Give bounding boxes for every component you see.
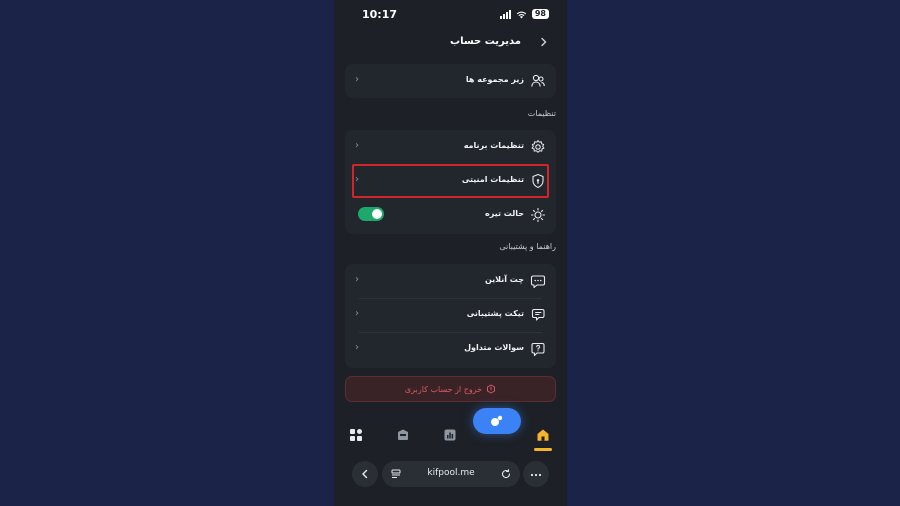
home-icon[interactable] (536, 428, 550, 442)
support-section-heading: راهنما و پشتیبانی (499, 242, 556, 251)
browser-back-button[interactable] (352, 461, 378, 487)
reload-icon[interactable] (501, 469, 511, 479)
chevron-left-icon: ‹ (355, 274, 359, 285)
settings-section-heading: تنظیمات (527, 109, 556, 118)
chevron-right-icon (541, 37, 547, 47)
chevron-left-icon: ‹ (355, 342, 359, 353)
page-title: مدیریت حساب (450, 36, 521, 47)
url-text: kifpool.me (427, 468, 475, 478)
chevron-left-icon (362, 469, 368, 479)
wifi-icon (516, 11, 527, 19)
users-icon (531, 74, 545, 87)
status-time: 10:17 (362, 8, 398, 21)
support-item-ticket[interactable]: تیکت پشتیبانی ‹ (345, 299, 556, 331)
grid-menu-icon[interactable] (349, 428, 363, 442)
phone-screen: 10:17 98 مدیریت حساب زیر مجموعه ها ‹ تنظ… (334, 0, 567, 506)
support-item-label: تیکت پشتیبانی (466, 309, 524, 318)
gear-icon (531, 140, 545, 153)
subsets-row[interactable]: زیر مجموعه ها ‹ (345, 65, 556, 97)
url-bar[interactable]: kifpool.me (382, 461, 520, 487)
chevron-left-icon: ‹ (355, 140, 359, 151)
exchange-icon (491, 415, 503, 426)
chevron-left-icon: ‹ (355, 74, 359, 85)
logout-label: خروج از حساب کاربری (404, 384, 483, 394)
status-bar: 10:17 98 (334, 0, 567, 28)
logout-icon (487, 384, 496, 394)
support-item-label: چت آنلاین (484, 275, 524, 284)
page-header: مدیریت حساب (334, 32, 567, 54)
more-icon (530, 473, 542, 477)
support-item-chat[interactable]: چت آنلاین ‹ (345, 265, 556, 297)
support-card: چت آنلاین ‹ تیکت پشتیبانی ‹ سوالات متداو… (345, 264, 556, 368)
subsets-label: زیر مجموعه ها (465, 75, 524, 84)
more-options-button[interactable] (523, 461, 549, 487)
support-item-label: سوالات متداول (464, 343, 524, 352)
back-button[interactable] (537, 36, 551, 50)
settings-item-app[interactable]: تنظیمات برنامه ‹ (345, 131, 556, 163)
status-icons: 98 (499, 9, 549, 19)
chat-icon (530, 275, 546, 289)
logout-button[interactable]: خروج از حساب کاربری (345, 376, 556, 402)
subsets-card: زیر مجموعه ها ‹ (345, 64, 556, 98)
battery-indicator: 98 (531, 9, 549, 19)
question-icon (531, 342, 545, 357)
active-tab-indicator (534, 448, 552, 451)
chevron-left-icon: ‹ (355, 308, 359, 319)
signal-icon (499, 9, 511, 19)
dark-mode-toggle[interactable] (358, 207, 384, 221)
sun-icon (530, 207, 546, 223)
settings-item-label: حالت تیره (485, 209, 524, 218)
support-item-faq[interactable]: سوالات متداول ‹ (345, 333, 556, 365)
wallet-icon[interactable] (396, 428, 410, 442)
chart-icon[interactable] (443, 428, 457, 442)
settings-item-label: تنظیمات برنامه (463, 141, 524, 150)
ticket-chat-icon (531, 308, 545, 321)
highlight-box (352, 164, 549, 198)
bottom-nav (334, 414, 567, 454)
trade-fab-button[interactable] (473, 408, 521, 434)
